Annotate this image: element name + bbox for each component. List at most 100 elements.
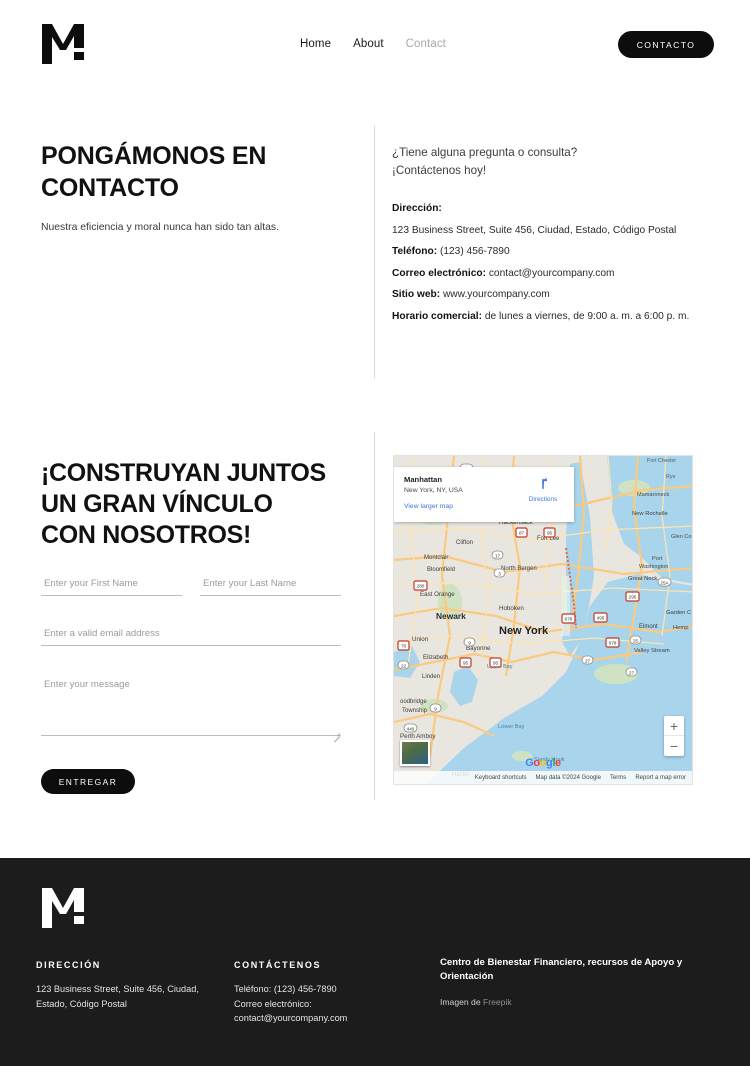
form-heading: ¡CONSTRUYAN JUNTOS UN GRAN VÍNCULO CON N… (41, 458, 361, 551)
map-directions-button[interactable]: Directions (521, 476, 565, 503)
footer-image-credit: Imagen de Freepik (440, 997, 710, 1007)
svg-text:Valley Stream: Valley Stream (634, 648, 670, 654)
email-input[interactable] (41, 624, 341, 646)
map-attribution-bar: Keyboard shortcuts Map data ©2024 Google… (394, 771, 692, 784)
svg-text:95: 95 (463, 660, 469, 665)
section-divider-top (374, 126, 375, 378)
svg-text:Rye: Rye (666, 474, 676, 480)
footer-email-label: Correo electrónico: (234, 998, 312, 1009)
form-heading-line1: ¡CONSTRUYAN JUNTOS (41, 459, 326, 487)
contact-lead: ¿Tiene alguna pregunta o consulta? ¡Cont… (392, 144, 692, 180)
site-footer: DIRECCIÓN 123 Business Street, Suite 456… (0, 858, 750, 1066)
footer-address-column: DIRECCIÓN 123 Business Street, Suite 456… (36, 960, 206, 1011)
svg-text:oodbridge: oodbridge (400, 699, 427, 705)
page-title: PONGÁMONOS EN CONTACTO (41, 142, 267, 202)
svg-text:Linden: Linden (422, 674, 440, 680)
message-textarea[interactable] (41, 672, 341, 736)
map-info-card: Manhattan New York, NY, USA View larger … (394, 467, 574, 522)
page-subtitle: Nuestra eficiencia y moral nunca han sid… (41, 222, 279, 233)
nav-link-contact[interactable]: Contact (406, 38, 446, 50)
form-block: ¡CONSTRUYAN JUNTOS UN GRAN VÍNCULO CON N… (41, 458, 361, 794)
svg-text:Elmont: Elmont (639, 624, 658, 630)
contact-lead-line2: ¡Contáctenos hoy! (392, 164, 487, 177)
svg-text:North Bergen: North Bergen (501, 566, 537, 572)
svg-text:Hemp: Hemp (673, 625, 688, 631)
svg-text:Bloomfield: Bloomfield (427, 567, 455, 573)
first-name-input[interactable] (41, 574, 182, 596)
section-divider-bottom (374, 432, 375, 800)
map-keyboard-shortcuts-link[interactable]: Keyboard shortcuts (475, 775, 527, 781)
svg-text:22: 22 (401, 663, 407, 668)
footer-phone: Teléfono: (123) 456-7890 (234, 984, 337, 994)
svg-text:280: 280 (417, 583, 425, 588)
svg-text:Port Chester: Port Chester (647, 458, 676, 464)
message-field (41, 672, 341, 743)
svg-text:678: 678 (609, 640, 617, 645)
svg-text:Great Neck: Great Neck (628, 576, 657, 582)
svg-text:87: 87 (519, 530, 525, 535)
name-row (41, 573, 341, 596)
svg-text:78: 78 (401, 643, 407, 648)
logo-icon[interactable] (40, 22, 86, 66)
footer-logo-icon[interactable] (40, 886, 86, 930)
footer-about-title: Centro de Bienestar Financiero, recursos… (440, 957, 683, 982)
svg-text:Elizabeth: Elizabeth (423, 654, 449, 661)
contact-page: Home About Contact CONTACTO PONGÁMONOS E… (0, 0, 750, 1066)
svg-text:27: 27 (629, 670, 635, 675)
svg-text:Mamaroneck: Mamaroneck (637, 492, 670, 498)
contact-detail-hours: Horario comercial: de lunes a viernes, d… (392, 310, 690, 322)
svg-text:25: 25 (633, 638, 639, 643)
last-name-input[interactable] (200, 574, 341, 596)
contact-detail-phone: Teléfono: (123) 456-7890 (392, 246, 510, 257)
svg-text:Garden C: Garden C (666, 610, 691, 616)
svg-text:Montclair: Montclair (424, 555, 448, 561)
intro-block: PONGÁMONOS EN CONTACTO Nuestra eficienci… (41, 140, 351, 235)
svg-text:Hoboken: Hoboken (499, 605, 524, 612)
header-contacto-button[interactable]: CONTACTO (618, 31, 714, 58)
map-directions-label: Directions (528, 496, 558, 503)
map-data-attribution: Map data ©2024 Google (535, 774, 601, 781)
svg-text:27: 27 (585, 658, 591, 663)
google-logo: Google (525, 757, 561, 769)
svg-text:95: 95 (493, 660, 499, 665)
nav-link-about[interactable]: About (353, 38, 384, 50)
contact-detail-website: Sitio web: www.yourcompany.com (392, 289, 550, 300)
footer-email-value: contact@yourcompany.com (234, 1013, 348, 1023)
svg-text:Newark: Newark (436, 611, 466, 621)
contact-detail-address-value: 123 Business Street, Suite 456, Ciudad, … (392, 224, 677, 236)
submit-button[interactable]: ENTREGAR (41, 769, 135, 794)
footer-freepik-link[interactable]: Freepik (483, 997, 512, 1007)
first-name-field (41, 573, 182, 596)
google-map-embed[interactable]: Port Chester Rye Mamaroneck New Rochelle Hac… (393, 455, 693, 785)
contact-lead-line1: ¿Tiene alguna pregunta o consulta? (392, 146, 578, 159)
form-heading-line2: UN GRAN VÍNCULO (41, 490, 273, 518)
svg-text:440: 440 (407, 726, 415, 731)
svg-text:Township: Township (402, 708, 428, 714)
svg-text:9: 9 (434, 706, 437, 711)
svg-text:678: 678 (565, 616, 573, 621)
nav-link-home[interactable]: Home (300, 38, 331, 50)
footer-contact-heading: CONTÁCTENOS (234, 960, 322, 970)
contact-form: ENTREGAR (41, 573, 341, 794)
main-nav: Home About Contact (300, 38, 446, 50)
svg-text:Lower Bay: Lower Bay (498, 724, 525, 730)
contact-info-block: ¿Tiene alguna pregunta o consulta? ¡Cont… (392, 144, 692, 327)
svg-text:295: 295 (629, 594, 637, 599)
svg-text:New Rochelle: New Rochelle (632, 511, 668, 517)
svg-text:Glen Co: Glen Co (671, 534, 692, 540)
map-report-error-link[interactable]: Report a map error (635, 775, 686, 781)
directions-icon (542, 477, 548, 490)
map-view-larger-link[interactable]: View larger map (404, 503, 564, 510)
map-zoom-out-button[interactable]: − (664, 736, 684, 756)
map-zoom-controls: + − (664, 716, 684, 756)
map-zoom-in-button[interactable]: + (664, 716, 684, 736)
footer-contact-column: CONTÁCTENOS Teléfono: (123) 456-7890 Cor… (234, 960, 414, 1026)
map-satellite-thumbnail[interactable] (400, 740, 430, 766)
svg-text:Perth Amboy: Perth Amboy (400, 733, 436, 740)
svg-text:3: 3 (498, 571, 501, 576)
svg-text:Union: Union (412, 636, 429, 643)
last-name-field (200, 573, 341, 596)
svg-text:New York: New York (499, 625, 549, 637)
map-terms-link[interactable]: Terms (610, 775, 626, 781)
footer-about-column: Centro de Bienestar Financiero, recursos… (440, 956, 710, 1007)
